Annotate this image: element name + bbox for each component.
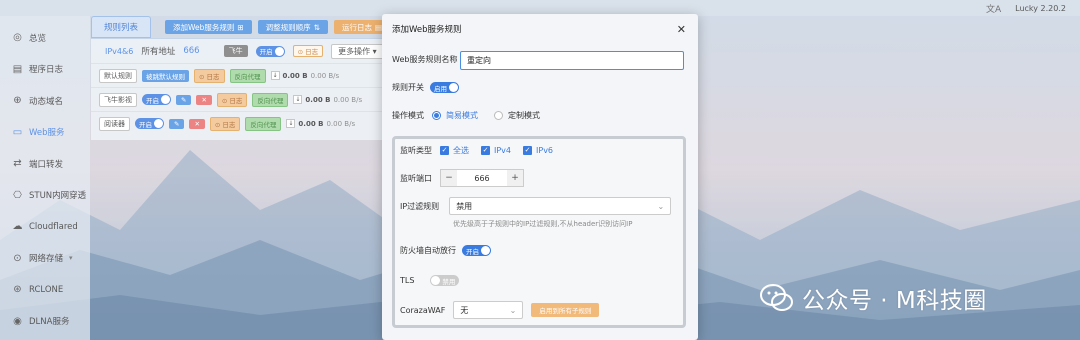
check-icon: ✓ [440,146,449,155]
name-row: Web服务规则名称 [392,54,457,65]
toggle-label: 开启 [466,247,479,256]
listen-type-row: 监听类型 ✓ 全选 ✓ IPv4 ✓ IPv6 [400,145,565,156]
check-icon: ✓ [481,146,490,155]
name-label: Web服务规则名称 [392,55,458,64]
checkbox-ipv6[interactable]: ✓ IPv6 [523,146,553,155]
tls-label: TLS [400,276,415,285]
port-label: 监听端口 [400,173,432,183]
listen-type-label: 监听类型 [400,146,432,155]
listen-settings-box: 监听类型 ✓ 全选 ✓ IPv4 ✓ IPv6 监听端口 − 666 + IP过滤规则… [392,136,686,328]
ipfilter-hint: 优先级高于子规则中的IP过滤规则,不从header识别访问IP [453,220,633,228]
dialog-title: 添加Web服务规则 [392,25,462,35]
waf-row: CorazaWAF 无 ⌄ 启用到所有子规则 [400,301,600,319]
toggle-knob [481,246,490,255]
mode-label: 操作模式 [392,111,424,120]
waf-label: CorazaWAF [400,305,446,315]
checkbox-label: IPv6 [536,146,554,155]
rule-switch-toggle[interactable]: 启用 [430,82,459,93]
firewall-row: 防火墙自动放行 开启 [400,245,491,256]
toggle-label: 禁用 [442,277,456,286]
firewall-label: 防火墙自动放行 [400,246,456,255]
chevron-down-icon: ⌄ [509,305,517,315]
waf-select[interactable]: 无 ⌄ [453,301,524,319]
wechat-icon [760,284,793,311]
select-value: 禁用 [456,201,473,211]
checkbox-all[interactable]: ✓ 全选 [440,145,469,156]
checkbox-label: IPv4 [494,146,512,155]
checkbox-ipv4[interactable]: ✓ IPv4 [481,146,511,155]
minus-icon[interactable]: − [441,170,457,186]
add-rule-dialog: 添加Web服务规则 ✕ Web服务规则名称 规则开关 启用 操作模式 简易模式 … [382,14,698,340]
check-icon: ✓ [523,146,533,155]
radio-label: 简易模式 [446,111,478,120]
waf-apply-all-button[interactable]: 启用到所有子规则 [531,303,600,317]
radio-label: 定制模式 [508,111,540,120]
plus-icon[interactable]: + [507,170,523,186]
mode-simple-radio[interactable]: 简易模式 [432,110,478,121]
wechat-watermark: 公众号 · M科技圈 [760,278,987,318]
port-value[interactable]: 666 [457,174,507,183]
toggle-label: 启用 [434,84,447,93]
mode-custom-radio[interactable]: 定制模式 [494,110,540,121]
switch-label: 规则开关 [392,83,424,92]
toggle-knob [449,83,458,92]
ipfilter-select[interactable]: 禁用 ⌄ [449,197,672,215]
ipfilter-row: IP过滤规则 禁用 ⌄ [400,197,672,215]
dialog-header: 添加Web服务规则 ✕ [382,14,698,44]
chevron-down-icon: ⌄ [657,201,665,211]
tls-toggle[interactable]: 禁用 [430,275,460,286]
toggle-knob [431,276,441,285]
switch-row: 规则开关 启用 [392,82,459,93]
close-icon[interactable]: ✕ [677,23,686,36]
firewall-toggle[interactable]: 开启 [462,245,491,256]
port-row: 监听端口 − 666 + [400,169,524,187]
radio-dot [432,111,441,120]
port-stepper[interactable]: − 666 + [440,169,524,187]
checkbox-label: 全选 [453,146,469,155]
radio-dot [494,111,503,120]
ipfilter-label: IP过滤规则 [400,201,440,211]
rule-name-input[interactable] [460,51,684,70]
select-value: 无 [460,305,469,315]
mode-row: 操作模式 简易模式 定制模式 [392,110,540,121]
tls-row: TLS 禁用 [400,275,460,286]
watermark-text: 公众号 · M科技圈 [802,288,987,314]
